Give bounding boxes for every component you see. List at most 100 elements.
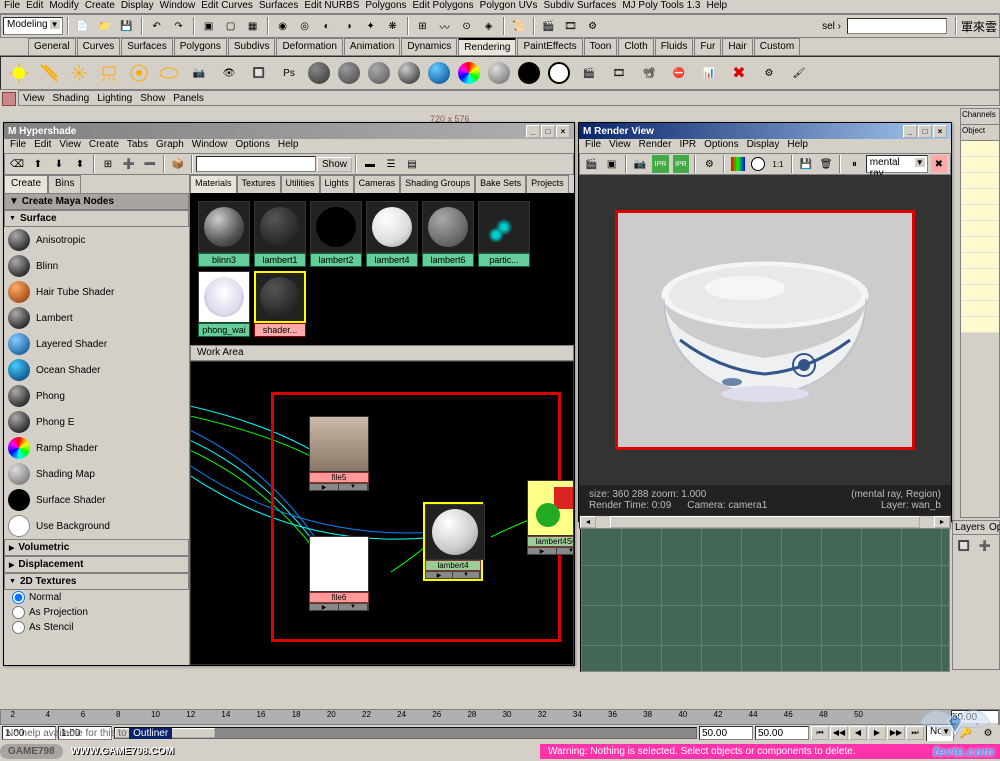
m2-icon[interactable] [335, 59, 363, 87]
light-point-icon[interactable] [65, 59, 93, 87]
menu-display[interactable]: Display [121, 0, 154, 13]
m7-icon[interactable] [485, 59, 513, 87]
m9-icon[interactable] [545, 59, 573, 87]
hs-toggle1-icon[interactable]: ▬ [360, 154, 380, 174]
channels-tab[interactable]: Channels [961, 109, 999, 125]
node-file5[interactable]: file5 ▶▼ [309, 416, 369, 491]
shelf-tab-rendering[interactable]: Rendering [458, 38, 516, 55]
mtab-textures[interactable]: Textures [237, 175, 281, 193]
rv-menu-view[interactable]: View [609, 139, 631, 153]
radio-stencil[interactable]: As Stencil [4, 620, 189, 635]
hs-toggle3-icon[interactable]: ▤ [402, 154, 422, 174]
materials-area[interactable]: blinn3lambert1lambert2lambert4lambert6pa… [190, 193, 574, 345]
snap-curve-icon[interactable]: 〰 [435, 16, 455, 36]
hs-menu-options[interactable]: Options [235, 139, 269, 153]
rv-menu-help[interactable]: Help [787, 139, 808, 153]
eye-icon[interactable]: 👁 [215, 59, 243, 87]
menu-window[interactable]: Window [160, 0, 196, 13]
rv-rgb-icon[interactable] [729, 154, 747, 174]
menu-help[interactable]: Help [707, 0, 728, 13]
cancel-batch-icon[interactable]: ⛔ [665, 59, 693, 87]
mask6-icon[interactable]: ❋ [383, 16, 403, 36]
stepfwd-icon[interactable]: ▶▶ [887, 726, 905, 740]
delete-light-icon[interactable]: ✖ [725, 59, 753, 87]
mode-dropdown[interactable]: Modeling [3, 17, 63, 35]
menu-surfaces[interactable]: Surfaces [259, 0, 298, 13]
hs-menu-view[interactable]: View [59, 139, 81, 153]
mask2-icon[interactable]: ◎ [295, 16, 315, 36]
section-displacement[interactable]: Displacement [4, 556, 189, 573]
hs-menu-create[interactable]: Create [89, 139, 119, 153]
rv-render-globals-icon[interactable]: ⚙ [700, 154, 718, 174]
shader-layered[interactable]: Layered Shader [4, 331, 189, 357]
rv-1to1-button[interactable]: 1:1 [769, 154, 786, 174]
rv-menu-ipr[interactable]: IPR [679, 139, 696, 153]
menu-edit[interactable]: Edit [26, 0, 43, 13]
shelf-tab-toon[interactable]: Toon [584, 38, 618, 55]
panel-lighting[interactable]: Lighting [97, 93, 132, 104]
channel-row[interactable] [961, 269, 999, 285]
open-scene-icon[interactable]: 📁 [95, 16, 115, 36]
rv-keep-image-icon[interactable]: 💾 [797, 154, 815, 174]
mask3-icon[interactable]: ◐ [317, 16, 337, 36]
tab-bins[interactable]: Bins [48, 175, 81, 193]
select-hierarchy-icon[interactable]: ▣ [199, 16, 219, 36]
minimize-icon[interactable]: _ [903, 125, 917, 138]
node-file6[interactable]: file6 ▶▼ [309, 536, 369, 611]
range-end-field[interactable] [755, 726, 809, 740]
hs-container-icon[interactable]: 📦 [168, 154, 188, 174]
hs-menu-graph[interactable]: Graph [156, 139, 184, 153]
menu-subdiv[interactable]: Subdiv Surfaces [543, 0, 616, 13]
snap-plane-icon[interactable]: ◈ [479, 16, 499, 36]
rv-remove-image-icon[interactable]: 🗑 [817, 154, 835, 174]
rv-ipr-icon[interactable]: IPR [651, 154, 669, 174]
channel-row[interactable] [961, 301, 999, 317]
radio-projection[interactable]: As Projection [4, 605, 189, 620]
rv-menu-options[interactable]: Options [704, 139, 738, 153]
menu-polytools[interactable]: MJ Poly Tools 1.3 [622, 0, 700, 13]
layers-menu-layers[interactable]: Layers [955, 522, 985, 533]
hs-clear-icon[interactable]: ⌫ [7, 154, 27, 174]
object-tab[interactable]: Object [961, 125, 999, 141]
m3-icon[interactable] [365, 59, 393, 87]
snap-point-icon[interactable]: ⊙ [457, 16, 477, 36]
render-view-titlebar[interactable]: M Render View _□× [579, 123, 951, 139]
material-lambert4[interactable]: lambert4 [366, 201, 418, 267]
channel-row[interactable] [961, 205, 999, 221]
material-blinn3[interactable]: blinn3 [198, 201, 250, 267]
material-lambert6[interactable]: lambert6 [422, 201, 474, 267]
material-shader...[interactable]: shader... [254, 271, 306, 337]
light-spot-icon[interactable] [5, 59, 33, 87]
menu-create[interactable]: Create [85, 0, 115, 13]
radio-normal[interactable]: Normal [4, 590, 189, 605]
channel-row[interactable] [961, 317, 999, 333]
stepback-icon[interactable]: ◀◀ [830, 726, 848, 740]
menu-polygonuvs[interactable]: Polygon UVs [480, 0, 538, 13]
hs-menu-tabs[interactable]: Tabs [127, 139, 148, 153]
paint-tool-icon[interactable]: 🖌 [785, 59, 813, 87]
maximize-icon[interactable]: □ [541, 125, 555, 138]
mask-icon[interactable]: ◉ [273, 16, 293, 36]
mtab-projects[interactable]: Projects [526, 175, 569, 193]
mtab-lights[interactable]: Lights [320, 175, 354, 193]
rv-menu-file[interactable]: File [585, 139, 601, 153]
minimize-icon[interactable]: _ [526, 125, 540, 138]
render-icon[interactable]: 🎬 [539, 16, 559, 36]
m1-icon[interactable] [305, 59, 333, 87]
panel-panels[interactable]: Panels [173, 93, 204, 104]
rewind-icon[interactable]: ⏮ [811, 726, 829, 740]
shader-phonge[interactable]: Phong E [4, 409, 189, 435]
hs-add-icon[interactable]: ➕ [119, 154, 139, 174]
section-surface[interactable]: Surface [4, 210, 189, 227]
rv-alpha-icon[interactable] [749, 154, 767, 174]
render-globals-icon[interactable]: ⚙ [583, 16, 603, 36]
shelf-tab-surfaces[interactable]: Surfaces [121, 38, 172, 55]
section-volumetric[interactable]: Volumetric [4, 539, 189, 556]
close-icon[interactable]: × [933, 125, 947, 138]
node-lambert4sg[interactable]: lambert4SG ▶▼ [527, 480, 574, 555]
mtab-bakesets[interactable]: Bake Sets [475, 175, 526, 193]
channel-row[interactable] [961, 221, 999, 237]
layer-new-icon[interactable]: ➕ [975, 536, 995, 556]
hs-graph-up-icon[interactable]: ⬆ [28, 154, 48, 174]
render-canvas[interactable] [579, 175, 951, 485]
